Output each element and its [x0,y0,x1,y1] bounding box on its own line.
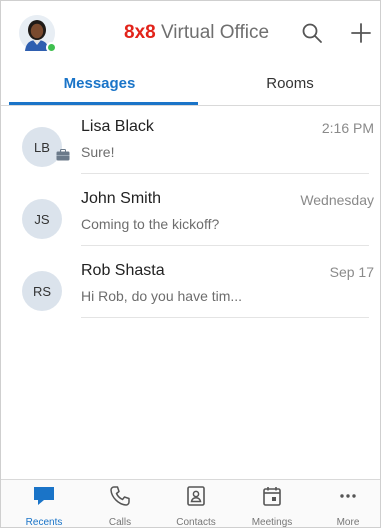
tab-messages[interactable]: Messages [1,63,198,103]
message-preview: Sure! [81,144,115,160]
message-preview: Coming to the kickoff? [81,216,220,232]
row-divider [81,317,369,318]
message-time: 2:16 PM [321,120,374,136]
nav-meetings[interactable]: Meetings [234,480,310,528]
search-button[interactable] [298,19,326,47]
conversation-item-lisa-black[interactable]: LB Lisa Black Sure! 2:16 PM [1,117,380,189]
phone-icon [108,485,132,507]
user-avatar[interactable] [19,15,57,53]
nav-recents[interactable]: Recents [6,480,82,528]
nav-contacts[interactable]: Contacts [158,480,234,528]
search-icon [302,23,322,43]
contact-name: John Smith [81,190,162,207]
row-divider [81,173,369,174]
app-title: 8x8 Virtual Office [124,22,269,44]
new-conversation-button[interactable] [347,19,375,47]
plus-icon [351,23,371,43]
contact-name: Rob Shasta [81,262,165,279]
message-preview: Hi Rob, do you have tim... [81,288,243,304]
brand-8x8: 8x8 [124,22,156,43]
conversation-item-rob-shasta[interactable]: RS Rob Shasta Hi Rob, do you have tim...… [1,261,380,333]
nav-calls[interactable]: Calls [82,480,158,528]
calendar-icon [260,485,284,507]
nav-label: Calls [108,517,132,528]
nav-label: Meetings [251,517,293,528]
nav-label: More [336,517,360,528]
conversation-item-john-smith[interactable]: JS John Smith Coming to the kickoff? Wed… [1,189,380,261]
contact-avatar: RS [22,271,62,311]
row-divider [81,245,369,246]
presence-online-indicator [46,42,57,53]
briefcase-icon [56,149,70,161]
nav-more[interactable]: More [310,480,380,528]
nav-label: Contacts [176,517,216,528]
nav-label: Recents [25,517,63,528]
contact-avatar: JS [22,199,62,239]
chat-bubble-icon [32,485,56,507]
message-time: Wednesday [300,192,374,208]
contact-avatar: LB [22,127,62,167]
bottom-nav: Recents Calls Contacts Meetings More [1,479,380,528]
tab-rooms[interactable]: Rooms [198,63,380,103]
message-time: Sep 17 [329,264,374,280]
brand-virtual-office: Virtual Office [155,22,270,43]
contact-name: Lisa Black [81,118,154,135]
tab-bar: Messages Rooms [1,63,380,107]
more-dots-icon [336,485,360,507]
tabs-divider [1,105,380,106]
top-bar: 8x8 Virtual Office [1,1,380,63]
contact-card-icon [184,485,208,507]
app-frame: 8x8 Virtual Office Messages Rooms LB Lis… [0,0,381,528]
